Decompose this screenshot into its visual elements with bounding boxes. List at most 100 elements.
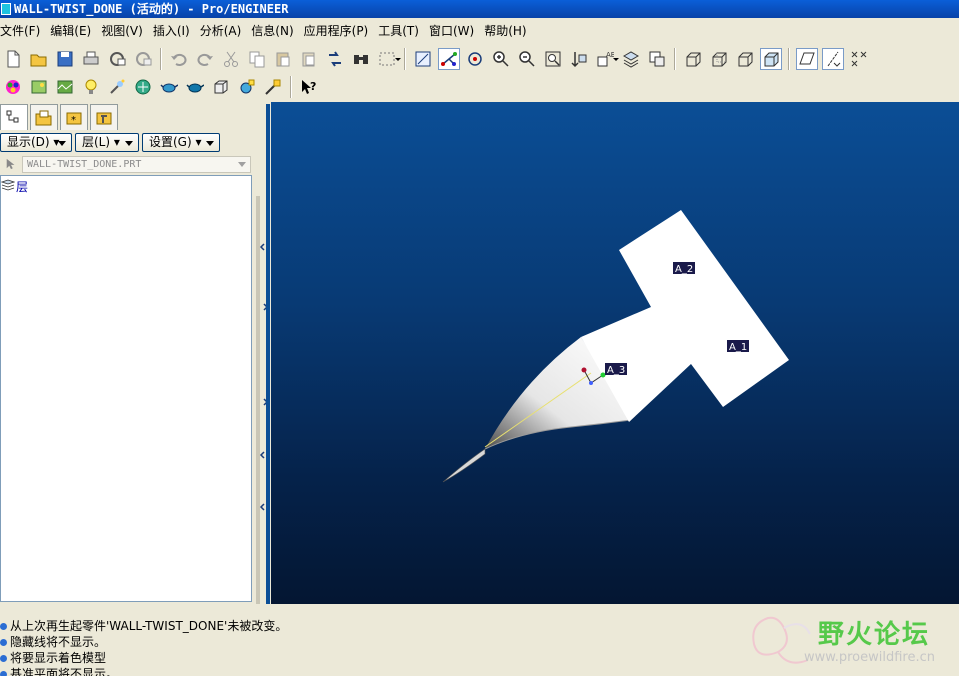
info-bullet-icon [0,654,7,662]
scene-icon[interactable] [54,76,76,98]
spin-center-icon[interactable] [438,48,460,70]
print-icon[interactable] [80,48,102,70]
active-model-row: WALL-TWIST_DONE.PRT [0,155,251,173]
datum-axis-label: A_2 [675,264,693,275]
context-help-icon[interactable]: ? [298,76,320,98]
datum-axes-icon[interactable] [822,48,844,70]
light-bulb-icon[interactable] [80,76,102,98]
color-appearance-icon[interactable] [2,76,24,98]
paste-special-icon[interactable] [298,48,320,70]
panel-sash[interactable] [253,104,270,606]
menu-file[interactable]: 文件(F) [0,20,45,42]
menu-view[interactable]: 视图(V) [96,20,148,42]
toolbar-separator [290,76,292,98]
menu-tools[interactable]: 工具(T) [373,20,424,42]
svg-text:AB: AB [606,51,614,59]
layer-dropdown-button[interactable]: 层(L) ▾ [75,133,139,152]
find-icon[interactable] [350,48,372,70]
message-text: 基准平面将不显示。 [10,667,119,676]
undo-icon[interactable] [168,48,190,70]
active-model-select[interactable]: WALL-TWIST_DONE.PRT [22,155,251,173]
cut-icon[interactable] [220,48,242,70]
new-file-icon[interactable] [2,48,24,70]
svg-text:?: ? [310,80,316,93]
no-hidden-icon[interactable] [734,48,756,70]
watermark-title: 野火论坛 [818,620,931,650]
message-line: 基准平面将不显示。 [0,666,740,676]
perspective-icon[interactable] [236,76,258,98]
csys-label: A_3 [607,365,625,376]
layer-tree-root[interactable]: 层 [0,178,29,195]
orient-mode-icon[interactable] [464,48,486,70]
proe-window: WALL-TWIST_DONE (活动的) - Pro/ENGINEER 文件(… [0,0,959,676]
redo-icon[interactable] [194,48,216,70]
view-manager-icon[interactable] [646,48,668,70]
message-line: 将要显示着色模型 [0,650,740,666]
menu-edit[interactable]: 编辑(E) [45,20,96,42]
tab-model-tree[interactable] [0,104,28,130]
layers-icon[interactable] [620,48,642,70]
repaint-icon[interactable] [412,48,434,70]
zoom-out-icon[interactable] [516,48,538,70]
window-title: WALL-TWIST_DONE (活动的) - Pro/ENGINEER [14,2,289,16]
save-icon[interactable] [54,48,76,70]
datum-planes-icon[interactable] [796,48,818,70]
message-text: 将要显示着色模型 [10,651,107,665]
toolbar-separator [404,48,406,70]
layers-icon [0,179,16,194]
hidden-line-icon[interactable] [708,48,730,70]
toolbar-separator [674,48,676,70]
shading-icon[interactable] [760,48,782,70]
menu-window[interactable]: 窗口(W) [424,20,479,42]
copy-icon[interactable] [246,48,268,70]
tab-folder-browser[interactable] [30,104,58,130]
menu-help[interactable]: 帮助(H) [479,20,531,42]
open-folder-icon[interactable] [28,48,50,70]
toolbar-separator [788,48,790,70]
layer-tree-root-label: 层 [16,180,29,194]
box-icon[interactable] [210,76,232,98]
navigator-tabs: * [0,104,120,130]
refit-icon[interactable] [542,48,564,70]
teapot-render-icon[interactable] [184,76,206,98]
regenerate-icon[interactable] [324,48,346,70]
selection-box-icon[interactable] [376,48,401,70]
saved-views-icon[interactable]: AB [594,48,619,70]
message-line: 隐藏线将不显示。 [0,634,740,650]
menu-applications[interactable]: 应用程序(P) [299,20,374,42]
message-line: 从上次再生起零件'WALL-TWIST_DONE'未被改变。 [0,618,740,634]
message-area: 从上次再生起零件'WALL-TWIST_DONE'未被改变。 隐藏线将不显示。 … [0,618,740,676]
menu-insert[interactable]: 插入(I) [148,20,195,42]
message-text: 从上次再生起零件'WALL-TWIST_DONE'未被改变。 [10,619,288,633]
send-link-icon[interactable] [132,48,154,70]
teapot-icon[interactable] [158,76,180,98]
main-toolbar: AB [0,46,959,72]
layer-controls: 显示(D) ▾ 层(L) ▾ 设置(G) ▾ [0,133,223,153]
message-text: 隐藏线将不显示。 [10,635,107,649]
settings-dropdown-button[interactable]: 设置(G) ▾ [142,133,220,152]
layer-tree: 层 [0,175,252,602]
info-bullet-icon [0,622,7,630]
app-icon [1,3,11,15]
tab-connections[interactable] [90,104,118,130]
datum-points-icon[interactable] [848,48,870,70]
menu-info[interactable]: 信息(N) [246,20,298,42]
send-mail-icon[interactable] [106,48,128,70]
sketch-tool-icon[interactable] [262,76,284,98]
select-pointer-icon[interactable] [0,155,22,173]
menu-bar: 文件(F) 编辑(E) 视图(V) 插入(I) 分析(A) 信息(N) 应用程序… [0,20,959,42]
wireframe-icon[interactable] [682,48,704,70]
effects-icon[interactable] [106,76,128,98]
info-bullet-icon [0,670,7,676]
t-shaped-wall[interactable] [581,210,789,422]
show-dropdown-button[interactable]: 显示(D) ▾ [0,133,72,152]
tab-favorites[interactable]: * [60,104,88,130]
zoom-in-icon[interactable] [490,48,512,70]
graphics-window[interactable]: A_3 A_2 A_1 [271,102,959,604]
model-setup-icon[interactable] [28,76,50,98]
menu-analysis[interactable]: 分析(A) [195,20,247,42]
reorient-icon[interactable] [568,48,590,70]
render-icon[interactable] [132,76,154,98]
paste-icon[interactable] [272,48,294,70]
secondary-toolbar: ? [0,74,360,100]
